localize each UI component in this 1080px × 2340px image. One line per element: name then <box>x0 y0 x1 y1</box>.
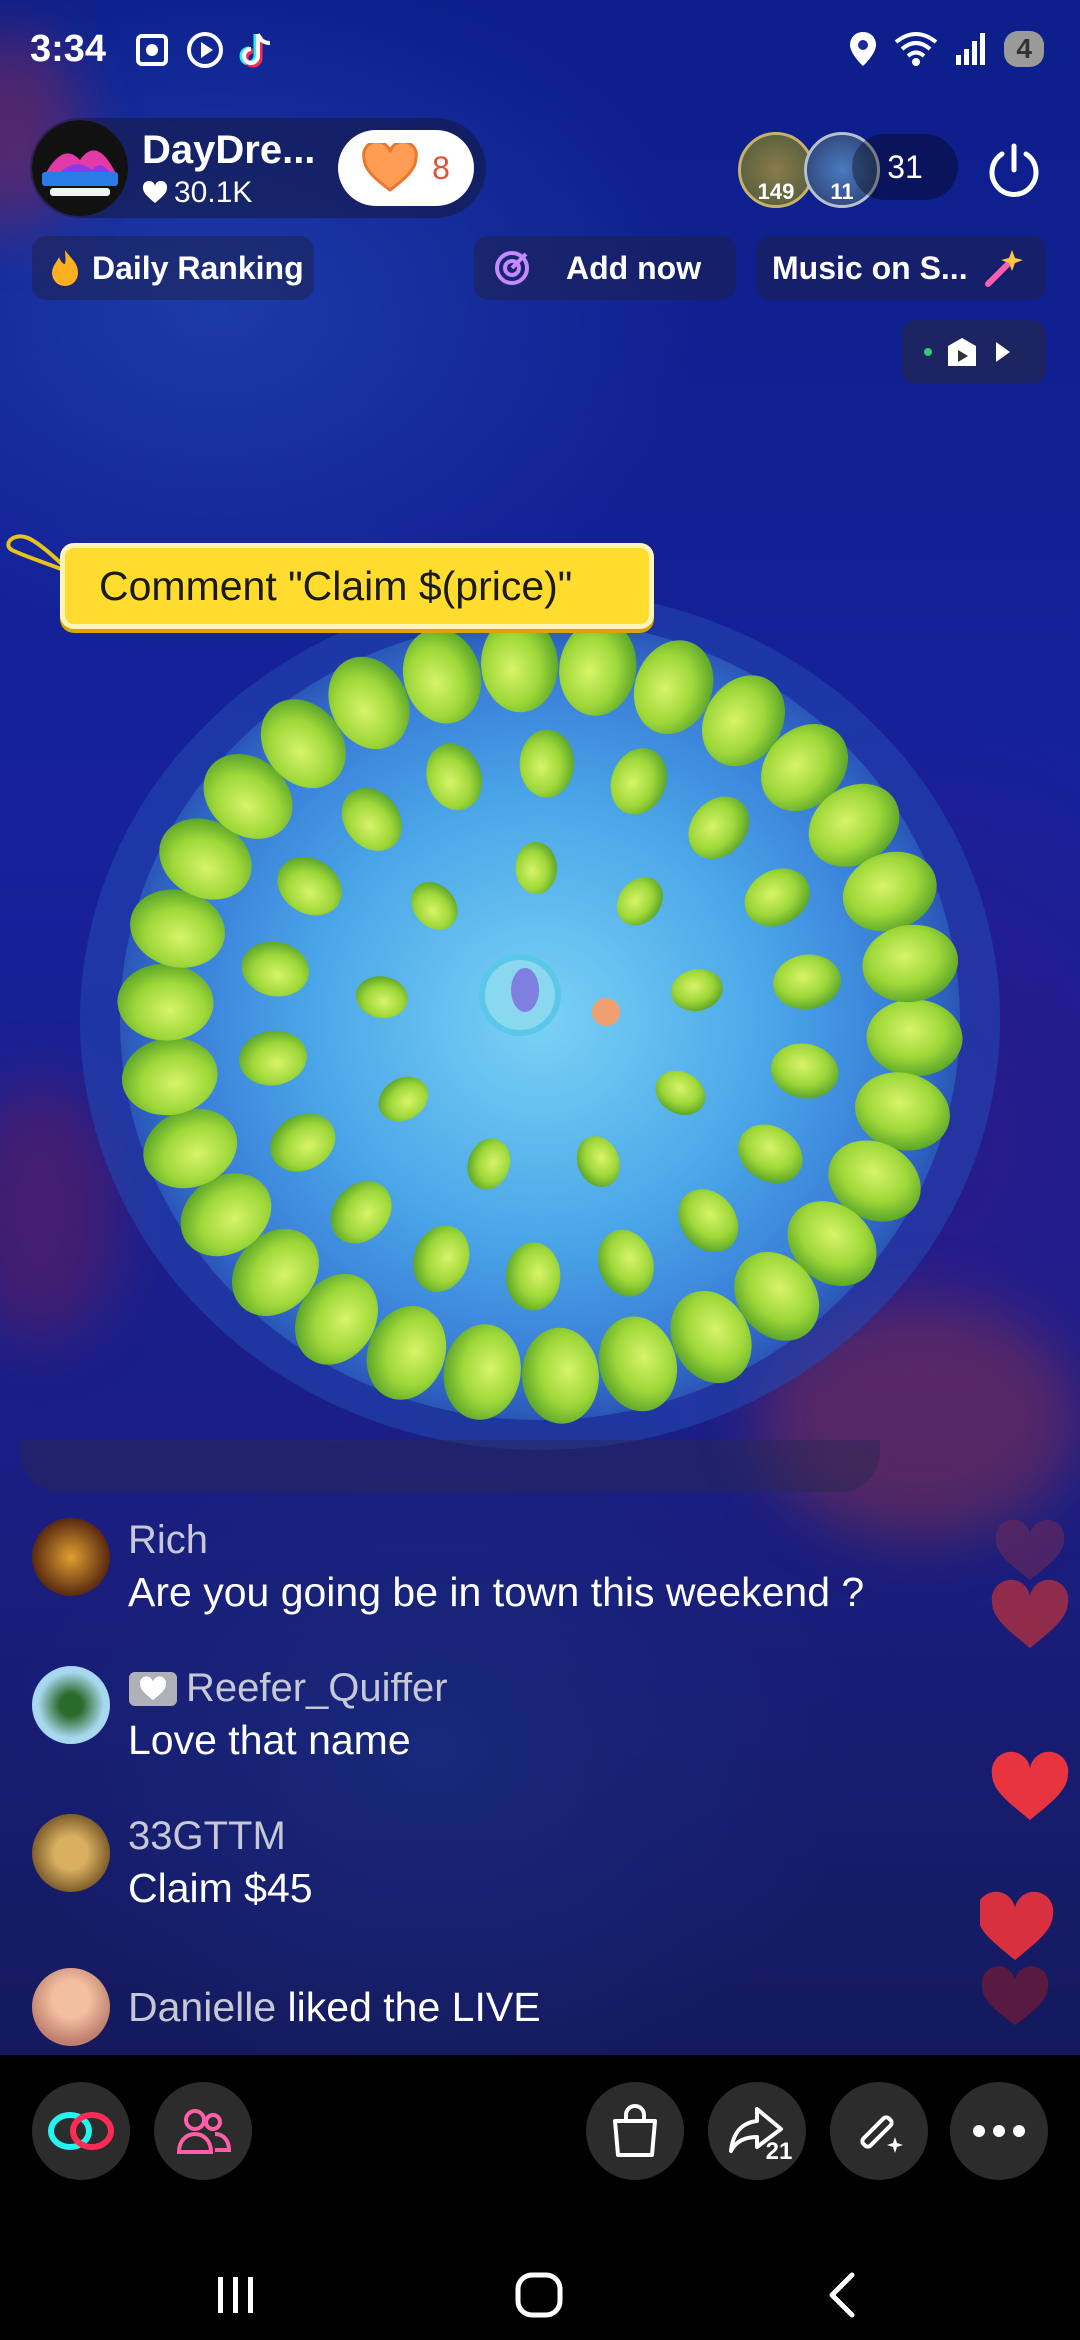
home-icon[interactable] <box>514 2271 564 2319</box>
share-count: 21 <box>765 2138 793 2165</box>
play-icon <box>996 342 1010 362</box>
mini-player-button[interactable] <box>902 320 1046 384</box>
comment-item[interactable]: Rich Are you going be in town this weeke… <box>32 1518 864 1616</box>
link-rings-icon <box>48 2112 114 2150</box>
pinned-comment-banner[interactable]: Comment "Claim $(price)" <box>60 543 654 629</box>
heart-icon <box>991 1751 1069 1820</box>
recent-apps-icon[interactable] <box>214 2275 258 2315</box>
guests-button[interactable] <box>154 2082 252 2180</box>
liked-notification: Danielle liked the LIVE <box>32 1968 541 2046</box>
liked-text: liked the LIVE <box>276 1983 541 2030</box>
comment-username[interactable]: Rich <box>128 1518 864 1563</box>
tiktok-icon <box>239 33 271 68</box>
orange-heart-icon <box>362 143 418 192</box>
comment-item[interactable]: Reefer_Quiffer Love that name <box>32 1666 448 1764</box>
battery-indicator: 4 <box>1004 31 1044 67</box>
share-button[interactable]: 21 <box>708 2082 806 2180</box>
comment-fade-strip <box>20 1440 880 1492</box>
comment-item[interactable]: 33GTTM Claim $45 <box>32 1814 313 1912</box>
shop-button[interactable] <box>586 2082 684 2180</box>
comment-avatar[interactable] <box>32 1666 110 1744</box>
shopping-bag-icon <box>613 2104 657 2157</box>
liked-username[interactable]: Danielle <box>128 1984 276 2030</box>
wifi-icon <box>895 32 938 66</box>
power-icon[interactable] <box>984 140 1044 200</box>
screenshot-icon <box>136 34 168 66</box>
signal-icon <box>956 33 986 65</box>
magic-wand-icon <box>860 2115 903 2153</box>
viewer-avatar[interactable]: 149 <box>738 132 814 208</box>
coral-image <box>80 590 1000 1450</box>
effects-button[interactable] <box>830 2082 928 2180</box>
people-icon <box>176 2109 231 2154</box>
liked-avatar[interactable] <box>32 1968 110 2046</box>
more-button[interactable] <box>950 2082 1048 2180</box>
flame-icon <box>52 250 78 286</box>
live-dot <box>924 348 932 356</box>
heart-icon <box>980 1891 1054 1960</box>
add-now-button[interactable]: Add now <box>474 236 736 300</box>
system-nav-bar <box>0 2205 1080 2340</box>
viewer-count[interactable]: 31 <box>852 134 958 200</box>
location-icon <box>850 32 877 66</box>
comment-message: Are you going be in town this weekend ? <box>128 1569 865 1615</box>
video-icon <box>948 338 976 366</box>
host-name: DayDre... <box>142 128 316 172</box>
heart-icon <box>981 1966 1049 2025</box>
floating-hearts <box>980 1520 1069 2025</box>
target-icon <box>495 251 529 285</box>
host-avatar[interactable] <box>32 120 128 216</box>
status-time: 3:34 <box>30 28 107 70</box>
daydream-logo <box>32 120 128 216</box>
music-button[interactable]: Music on S... <box>756 236 1046 300</box>
host-likes: 30.1K <box>142 176 252 210</box>
play-circle-icon <box>187 32 223 68</box>
comment-username[interactable]: 33GTTM <box>128 1814 313 1859</box>
daily-ranking-button[interactable]: Daily Ranking <box>32 236 314 300</box>
comment-message: Love that name <box>128 1717 411 1763</box>
follow-button[interactable]: 8 <box>338 130 474 206</box>
multi-guest-button[interactable] <box>32 2082 130 2180</box>
top-viewers[interactable]: 149 11 <box>738 132 880 208</box>
back-icon[interactable] <box>826 2271 858 2319</box>
heart-icon <box>995 1520 1065 1580</box>
magic-wand-icon <box>984 250 1023 287</box>
fan-badge-icon <box>129 1671 177 1706</box>
heart-icon <box>142 181 168 203</box>
live-video[interactable]: 3:34 4 DayDre... 30.1K 8 149 11 31 Daily… <box>0 0 1080 2055</box>
comment-username-row[interactable]: Reefer_Quiffer <box>128 1666 448 1711</box>
status-bar: 3:34 4 <box>0 0 1080 100</box>
follow-count: 8 <box>432 149 450 186</box>
more-dots-icon <box>973 2125 1025 2137</box>
comment-avatar[interactable] <box>32 1518 110 1596</box>
comment-message: Claim $45 <box>128 1865 313 1911</box>
comment-avatar[interactable] <box>32 1814 110 1892</box>
heart-icon <box>991 1579 1069 1648</box>
